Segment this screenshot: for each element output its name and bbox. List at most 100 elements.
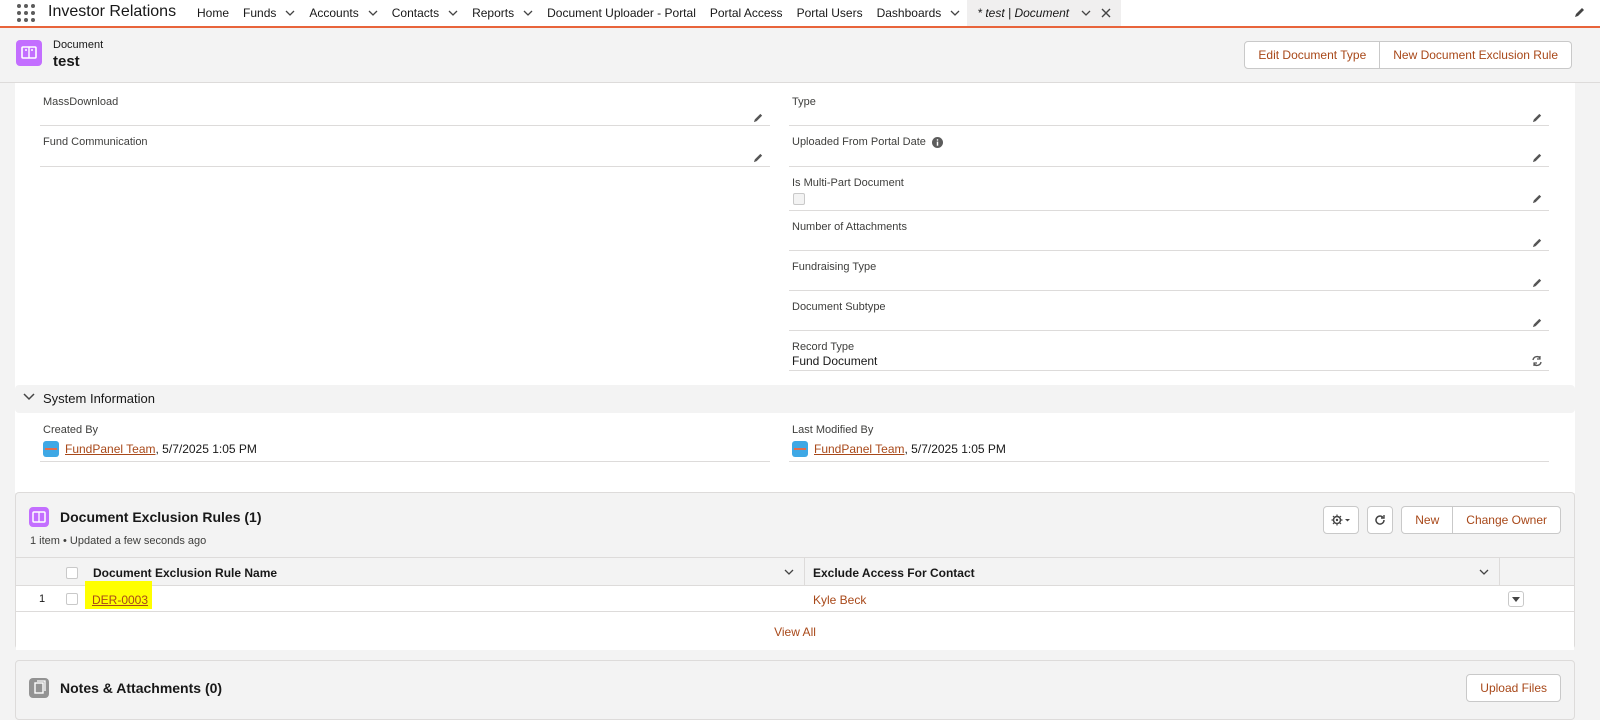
related-list-table: Document Exclusion Rule Name Exclude Acc… xyxy=(16,557,1574,650)
last-modified-by-value: FundPanel Team , 5/7/2025 1:05 PM xyxy=(792,441,1006,457)
field-number-of-attachments: Number of Attachments xyxy=(789,211,1549,251)
row-action-menu-button[interactable] xyxy=(1508,591,1524,607)
select-all-checkbox[interactable] xyxy=(66,567,78,579)
column-label: Document Exclusion Rule Name xyxy=(93,566,278,580)
pencil-icon[interactable] xyxy=(753,112,764,123)
column-header-exclude-access[interactable]: Exclude Access For Contact xyxy=(806,558,1500,586)
pencil-icon[interactable] xyxy=(1532,152,1543,163)
nav-item-label: Home xyxy=(197,6,230,20)
nav-item-label: Accounts xyxy=(309,6,359,20)
field-massdownload: MassDownload xyxy=(40,86,770,126)
chevron-down-icon[interactable] xyxy=(368,10,378,16)
chevron-down-icon[interactable] xyxy=(285,10,295,16)
nav-item-dashboards[interactable]: Dashboards xyxy=(870,0,968,26)
field-label: Uploaded From Portal Date xyxy=(792,136,943,148)
field-label: Created By xyxy=(43,424,99,436)
nav-item-reports[interactable]: Reports xyxy=(465,0,540,26)
nav-item-home[interactable]: Home xyxy=(190,0,236,26)
change-owner-button[interactable]: Change Owner xyxy=(1453,506,1561,534)
field-label: Type xyxy=(792,96,816,108)
chevron-down-icon[interactable] xyxy=(23,393,35,401)
column-header-rule-name[interactable]: Document Exclusion Rule Name xyxy=(91,558,805,586)
chevron-down-icon[interactable] xyxy=(784,569,794,575)
caret-down-icon xyxy=(1512,596,1520,602)
nav-item-contacts[interactable]: Contacts xyxy=(385,0,465,26)
chevron-down-icon[interactable] xyxy=(1479,569,1489,575)
last-modified-by-user-link[interactable]: FundPanel Team xyxy=(814,442,905,456)
field-label: Fundraising Type xyxy=(792,261,877,273)
nav-item-portal-users[interactable]: Portal Users xyxy=(790,0,870,26)
field-label: MassDownload xyxy=(43,96,119,108)
rule-name-link[interactable]: DER-0003 xyxy=(92,593,148,607)
chevron-down-icon[interactable] xyxy=(523,10,533,16)
upload-files-button[interactable]: Upload Files xyxy=(1466,674,1561,702)
record-header: Document test Edit Document Type New Doc… xyxy=(0,28,1600,83)
field-document-subtype: Document Subtype xyxy=(789,291,1549,331)
user-avatar-icon xyxy=(43,441,59,457)
document-exclusion-rules-related-list: Document Exclusion Rules (1) 1 item • Up… xyxy=(15,492,1575,650)
row-number: 1 xyxy=(39,593,46,605)
app-name: Investor Relations xyxy=(48,3,177,20)
global-nav-bar: Investor Relations Home Funds Accounts C… xyxy=(0,0,1600,28)
edit-nav-icon[interactable] xyxy=(1574,6,1586,18)
field-fundraising-type: Fundraising Type xyxy=(789,251,1549,291)
nav-items: Home Funds Accounts Contacts Reports Doc… xyxy=(190,0,1122,26)
field-value: Fund Document xyxy=(792,354,878,368)
contact-link[interactable]: Kyle Beck xyxy=(813,593,866,607)
field-label-text: Uploaded From Portal Date xyxy=(792,136,926,148)
related-list-subtitle: 1 item • Updated a few seconds ago xyxy=(30,535,207,547)
pencil-icon[interactable] xyxy=(1532,193,1543,204)
field-last-modified-by: Last Modified By FundPanel Team , 5/7/20… xyxy=(789,420,1549,462)
list-settings-button[interactable] xyxy=(1323,506,1360,534)
created-by-user-link[interactable]: FundPanel Team xyxy=(65,442,156,456)
last-modified-by-date: , 5/7/2025 1:05 PM xyxy=(904,442,1006,456)
close-icon[interactable] xyxy=(1101,8,1111,18)
nav-item-document-uploader[interactable]: Document Uploader - Portal xyxy=(540,0,703,26)
field-created-by: Created By FundPanel Team , 5/7/2025 1:0… xyxy=(40,420,770,462)
created-by-date: , 5/7/2025 1:05 PM xyxy=(155,442,257,456)
chevron-down-icon[interactable] xyxy=(1081,10,1091,16)
gear-icon xyxy=(1331,514,1351,526)
change-record-type-icon[interactable] xyxy=(1531,355,1543,367)
tab-label: * test | Document xyxy=(977,6,1070,20)
row-checkbox[interactable] xyxy=(66,593,78,605)
field-label: Is Multi-Part Document xyxy=(792,177,904,189)
field-label: Fund Communication xyxy=(43,136,148,148)
view-all-link[interactable]: View All xyxy=(16,625,1574,639)
created-by-value: FundPanel Team , 5/7/2025 1:05 PM xyxy=(43,441,257,457)
pencil-icon[interactable] xyxy=(1532,112,1543,123)
related-list-tools: New Change Owner xyxy=(1323,506,1561,534)
nav-item-portal-access[interactable]: Portal Access xyxy=(703,0,790,26)
nav-item-funds[interactable]: Funds xyxy=(236,0,302,26)
field-record-type: Record Type Fund Document xyxy=(789,331,1549,371)
record-name: test xyxy=(53,53,80,70)
new-document-exclusion-rule-button[interactable]: New Document Exclusion Rule xyxy=(1380,41,1572,69)
nav-item-label: Portal Users xyxy=(796,6,863,20)
notes-title[interactable]: Notes & Attachments (0) xyxy=(60,680,222,696)
multi-part-checkbox xyxy=(793,193,805,205)
nav-item-label: Reports xyxy=(472,6,515,20)
notes-attachments-related-list: Notes & Attachments (0) Upload Files xyxy=(15,660,1575,720)
tab-document-test[interactable]: * test | Document xyxy=(967,0,1122,26)
pencil-icon[interactable] xyxy=(753,152,764,163)
document-exclusion-rule-icon xyxy=(29,507,49,527)
field-label: Record Type xyxy=(792,341,855,353)
nav-item-accounts[interactable]: Accounts xyxy=(302,0,384,26)
chevron-down-icon[interactable] xyxy=(448,10,458,16)
field-label: Document Subtype xyxy=(792,301,886,313)
refresh-button[interactable] xyxy=(1367,506,1394,534)
edit-document-type-button[interactable]: Edit Document Type xyxy=(1244,41,1381,69)
related-list-title[interactable]: Document Exclusion Rules (1) xyxy=(60,509,261,525)
pencil-icon[interactable] xyxy=(1532,237,1543,248)
pencil-icon[interactable] xyxy=(1532,317,1543,328)
new-button[interactable]: New xyxy=(1401,506,1454,534)
system-information-section[interactable]: System Information xyxy=(15,385,1575,413)
column-label: Exclude Access For Contact xyxy=(813,566,975,580)
app-launcher-icon[interactable] xyxy=(16,3,36,23)
info-icon[interactable] xyxy=(931,136,943,148)
chevron-down-icon[interactable] xyxy=(950,10,960,16)
nav-item-label: Funds xyxy=(243,6,277,20)
pencil-icon[interactable] xyxy=(1532,277,1543,288)
field-label: Last Modified By xyxy=(792,424,874,436)
field-is-multi-part-document: Is Multi-Part Document xyxy=(789,167,1549,211)
